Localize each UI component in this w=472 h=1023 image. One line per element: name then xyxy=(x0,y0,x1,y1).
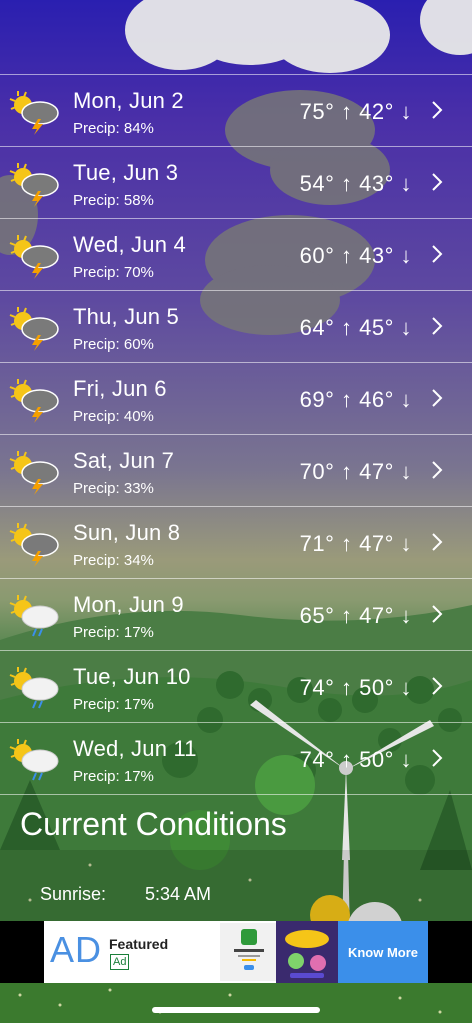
top-clouds xyxy=(125,0,472,73)
thunderstorm-icon xyxy=(9,235,59,279)
ad-logo: AD xyxy=(50,929,103,970)
sunrise-label: Sunrise: xyxy=(40,884,107,904)
forecast-temps: 70° ↑ 47° ↓ xyxy=(299,459,412,484)
know-more-button[interactable]: Know More xyxy=(338,921,428,983)
forecast-row[interactable]: Wed, Jun 4 Precip: 70% 60° ↑ 43° ↓ xyxy=(0,218,472,290)
forecast-row[interactable]: Thu, Jun 5 Precip: 60% 64° ↑ 45° ↓ xyxy=(0,290,472,362)
daily-forecast-list: Mon, Jun 2 Precip: 84% 75° ↑ 42° ↓ Tue, … xyxy=(0,74,472,795)
forecast-day: Sun, Jun 8 xyxy=(73,520,181,545)
forecast-precip: Precip: 34% xyxy=(73,552,154,569)
forecast-temps: 64° ↑ 45° ↓ xyxy=(299,315,412,340)
chevron-right-icon xyxy=(432,389,443,407)
chevron-right-icon xyxy=(432,317,443,335)
forecast-precip: Precip: 60% xyxy=(73,336,154,353)
forecast-row[interactable]: Sun, Jun 8 Precip: 34% 71° ↑ 47° ↓ xyxy=(0,506,472,578)
forecast-precip: Precip: 17% xyxy=(73,696,154,713)
forecast-day: Mon, Jun 2 xyxy=(73,88,184,113)
forecast-day: Thu, Jun 5 xyxy=(73,304,179,329)
forecast-precip: Precip: 70% xyxy=(73,264,154,281)
forecast-temps: 74° ↑ 50° ↓ xyxy=(299,747,412,772)
rain-partly-sunny-icon xyxy=(9,739,59,781)
chevron-right-icon xyxy=(432,749,443,767)
chevron-right-icon xyxy=(432,173,443,191)
thunderstorm-icon xyxy=(9,307,59,351)
forecast-precip: Precip: 33% xyxy=(73,480,154,497)
thunderstorm-icon xyxy=(9,451,59,495)
forecast-row[interactable]: Tue, Jun 10 Precip: 17% 74° ↑ 50° ↓ xyxy=(0,650,472,722)
ad-app-image[interactable] xyxy=(220,923,278,981)
ad-featured-label: Featured xyxy=(109,936,169,952)
app-icon xyxy=(234,929,264,970)
forecast-day: Sat, Jun 7 xyxy=(73,448,175,473)
forecast-day: Tue, Jun 10 xyxy=(73,664,191,689)
chevron-right-icon xyxy=(432,461,443,479)
forecast-row[interactable]: Tue, Jun 3 Precip: 58% 54° ↑ 43° ↓ xyxy=(0,146,472,218)
forecast-precip: Precip: 40% xyxy=(73,408,154,425)
chevron-right-icon xyxy=(432,677,443,695)
forecast-day: Wed, Jun 4 xyxy=(73,232,186,257)
chevron-right-icon xyxy=(432,533,443,551)
chevron-right-icon xyxy=(432,101,443,119)
forecast-precip: Precip: 17% xyxy=(73,768,154,785)
forecast-row[interactable]: Fri, Jun 6 Precip: 40% 69° ↑ 46° ↓ xyxy=(0,362,472,434)
forecast-temps: 71° ↑ 47° ↓ xyxy=(299,531,412,556)
thunderstorm-icon xyxy=(9,523,59,567)
list-divider xyxy=(0,794,472,795)
ad-tag: Ad xyxy=(110,954,130,970)
forecast-row[interactable]: Mon, Jun 2 Precip: 84% 75° ↑ 42° ↓ xyxy=(0,74,472,146)
forecast-day: Fri, Jun 6 xyxy=(73,376,167,401)
rain-partly-sunny-icon xyxy=(9,595,59,637)
current-conditions-title: Current Conditions xyxy=(20,806,287,842)
game-art-icon xyxy=(276,921,338,983)
thunderstorm-icon xyxy=(9,163,59,207)
thunderstorm-icon xyxy=(9,91,59,135)
home-indicator[interactable] xyxy=(152,1007,320,1013)
forecast-temps: 54° ↑ 43° ↓ xyxy=(299,171,412,196)
forecast-precip: Precip: 17% xyxy=(73,624,154,641)
rain-partly-sunny-icon xyxy=(9,667,59,709)
forecast-day: Tue, Jun 3 xyxy=(73,160,179,185)
forecast-temps: 74° ↑ 50° ↓ xyxy=(299,675,412,700)
forecast-day: Wed, Jun 11 xyxy=(73,736,197,761)
sunrise-value: 5:34 AM xyxy=(145,884,212,904)
forecast-precip: Precip: 84% xyxy=(73,120,154,137)
ad-game-image[interactable] xyxy=(276,921,338,983)
chevron-right-icon xyxy=(432,245,443,263)
forecast-temps: 75° ↑ 42° ↓ xyxy=(299,99,412,124)
forecast-temps: 60° ↑ 43° ↓ xyxy=(299,243,412,268)
thunderstorm-icon xyxy=(9,379,59,423)
forecast-row[interactable]: Wed, Jun 11 Precip: 17% 74° ↑ 50° ↓ xyxy=(0,722,472,794)
chevron-right-icon xyxy=(432,605,443,623)
forecast-temps: 69° ↑ 46° ↓ xyxy=(299,387,412,412)
forecast-temps: 65° ↑ 47° ↓ xyxy=(299,603,412,628)
forecast-day: Mon, Jun 9 xyxy=(73,592,184,617)
forecast-precip: Precip: 58% xyxy=(73,192,154,209)
ad-banner[interactable]: AD Featured Ad Know More xyxy=(44,921,428,983)
forecast-row[interactable]: Sat, Jun 7 Precip: 33% 70° ↑ 47° ↓ xyxy=(0,434,472,506)
forecast-row[interactable]: Mon, Jun 9 Precip: 17% 65° ↑ 47° ↓ xyxy=(0,578,472,650)
